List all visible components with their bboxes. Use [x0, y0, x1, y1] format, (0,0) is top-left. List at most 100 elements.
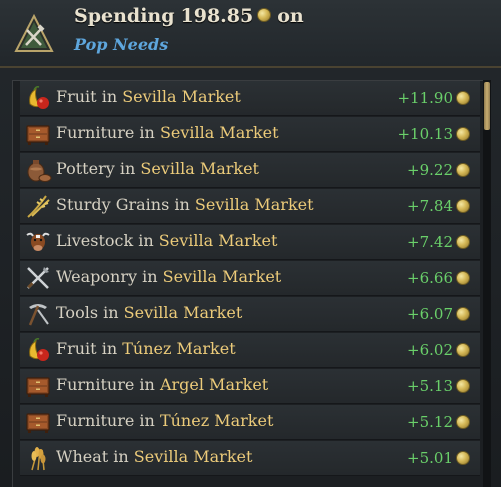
coin-icon	[456, 415, 470, 429]
row-value: +5.13	[407, 377, 470, 395]
market-link[interactable]: Sevilla Market	[163, 267, 282, 286]
connector-text: in	[139, 411, 155, 430]
spending-row[interactable]: Fruit in Sevilla Market +11.90	[20, 81, 480, 116]
scrollbar-thumb[interactable]	[484, 82, 490, 130]
connector-text: in	[101, 339, 118, 358]
row-value: +5.01	[407, 449, 470, 467]
title-suffix: on	[277, 5, 304, 27]
row-label: Fruit in Túnez Market	[56, 339, 236, 358]
market-link[interactable]: Túnez Market	[122, 339, 235, 358]
spending-value: +7.84	[407, 197, 453, 215]
spending-row[interactable]: Sturdy Grains in Sevilla Market +7.84	[20, 189, 480, 224]
coin-icon	[456, 235, 470, 249]
spending-value: +6.66	[407, 269, 453, 287]
market-link[interactable]: Sevilla Market	[134, 447, 253, 466]
spending-value: +7.42	[407, 233, 453, 251]
connector-text: in	[101, 87, 118, 106]
spending-row[interactable]: Wheat in Sevilla Market +5.01	[20, 441, 480, 476]
connector-text: in	[174, 195, 190, 214]
tools-icon	[24, 300, 52, 328]
spending-value: +10.13	[397, 125, 453, 143]
good-name: Weaponry	[56, 267, 138, 286]
spending-row[interactable]: Furniture in Argel Market +5.13	[20, 369, 480, 404]
livestock-icon	[24, 228, 52, 256]
spending-value: +6.07	[407, 305, 453, 323]
spending-value: +5.12	[407, 413, 453, 431]
fruit-icon	[24, 84, 52, 112]
spending-value: +5.13	[407, 377, 453, 395]
spending-row[interactable]: Fruit in Túnez Market +6.02	[20, 333, 480, 368]
spending-value: +11.90	[397, 89, 453, 107]
scrollbar-track[interactable]	[483, 80, 491, 487]
spending-tooltip-panel: Spending 198.85 on Pop Needs Fruit in Sevi…	[0, 0, 501, 487]
fruit-icon	[24, 336, 52, 364]
good-name: Furniture	[56, 411, 135, 430]
market-link[interactable]: Argel Market	[160, 375, 268, 394]
row-label: Pottery in Sevilla Market	[56, 159, 259, 178]
connector-text: in	[139, 375, 155, 394]
coin-icon	[456, 271, 470, 285]
furniture-icon	[24, 372, 52, 400]
row-label: Sturdy Grains in Sevilla Market	[56, 195, 314, 214]
row-label: Fruit in Sevilla Market	[56, 87, 241, 106]
spending-amount: 198.85	[180, 5, 254, 27]
market-link[interactable]: Túnez Market	[160, 411, 273, 430]
coin-icon	[456, 379, 470, 393]
row-label: Wheat in Sevilla Market	[56, 447, 252, 466]
connector-text: in	[138, 231, 154, 250]
row-value: +6.07	[407, 305, 470, 323]
connector-text: in	[119, 159, 136, 178]
spending-value: +6.02	[407, 341, 453, 359]
furniture-icon	[24, 120, 52, 148]
good-name: Sturdy Grains	[56, 195, 170, 214]
good-name: Furniture	[56, 375, 135, 394]
spending-row[interactable]: Livestock in Sevilla Market +7.42	[20, 225, 480, 260]
spending-row[interactable]: Pottery in Sevilla Market +9.22	[20, 153, 480, 188]
row-value: +10.13	[397, 125, 470, 143]
row-label: Furniture in Sevilla Market	[56, 123, 279, 142]
market-link[interactable]: Sevilla Market	[122, 87, 241, 106]
row-label: Weaponry in Sevilla Market	[56, 267, 281, 286]
triangle-tools-emblem-icon	[14, 14, 54, 52]
tooltip-header: Spending 198.85 on Pop Needs	[0, 0, 501, 68]
spending-row[interactable]: Furniture in Sevilla Market +10.13	[20, 117, 480, 152]
good-name: Wheat	[56, 447, 109, 466]
spending-value: +5.01	[407, 449, 453, 467]
row-label: Furniture in Argel Market	[56, 375, 268, 394]
coin-icon	[456, 343, 470, 357]
row-label: Furniture in Túnez Market	[56, 411, 273, 430]
sturdy-grains-icon	[24, 192, 52, 220]
market-link[interactable]: Sevilla Market	[160, 123, 279, 142]
row-label: Tools in Sevilla Market	[56, 303, 242, 322]
connector-text: in	[139, 123, 155, 142]
good-name: Furniture	[56, 123, 135, 142]
spending-row[interactable]: Furniture in Túnez Market +5.12	[20, 405, 480, 440]
coin-icon	[456, 199, 470, 213]
good-name: Fruit	[56, 87, 97, 106]
connector-text: in	[113, 447, 129, 466]
connector-text: in	[142, 267, 158, 286]
market-link[interactable]: Sevilla Market	[140, 159, 259, 178]
pottery-icon	[24, 156, 52, 184]
row-value: +5.12	[407, 413, 470, 431]
coin-icon	[456, 163, 470, 177]
title-prefix: Spending	[74, 5, 175, 27]
row-value: +6.66	[407, 269, 470, 287]
coin-icon	[456, 451, 470, 465]
market-link[interactable]: Sevilla Market	[195, 195, 314, 214]
spending-row[interactable]: Weaponry in Sevilla Market +6.66	[20, 261, 480, 296]
market-link[interactable]: Sevilla Market	[159, 231, 278, 250]
furniture-icon	[24, 408, 52, 436]
spending-row[interactable]: Tools in Sevilla Market +6.07	[20, 297, 480, 332]
good-name: Tools	[56, 303, 99, 322]
pop-needs-link[interactable]: Pop Needs	[74, 35, 168, 54]
row-label: Livestock in Sevilla Market	[56, 231, 277, 250]
spending-value: +9.22	[407, 161, 453, 179]
tooltip-title: Spending 198.85 on	[74, 5, 304, 27]
good-name: Fruit	[56, 339, 97, 358]
market-link[interactable]: Sevilla Market	[124, 303, 243, 322]
coin-icon	[456, 91, 470, 105]
coin-icon	[456, 127, 470, 141]
weaponry-icon	[24, 264, 52, 292]
row-value: +7.42	[407, 233, 470, 251]
